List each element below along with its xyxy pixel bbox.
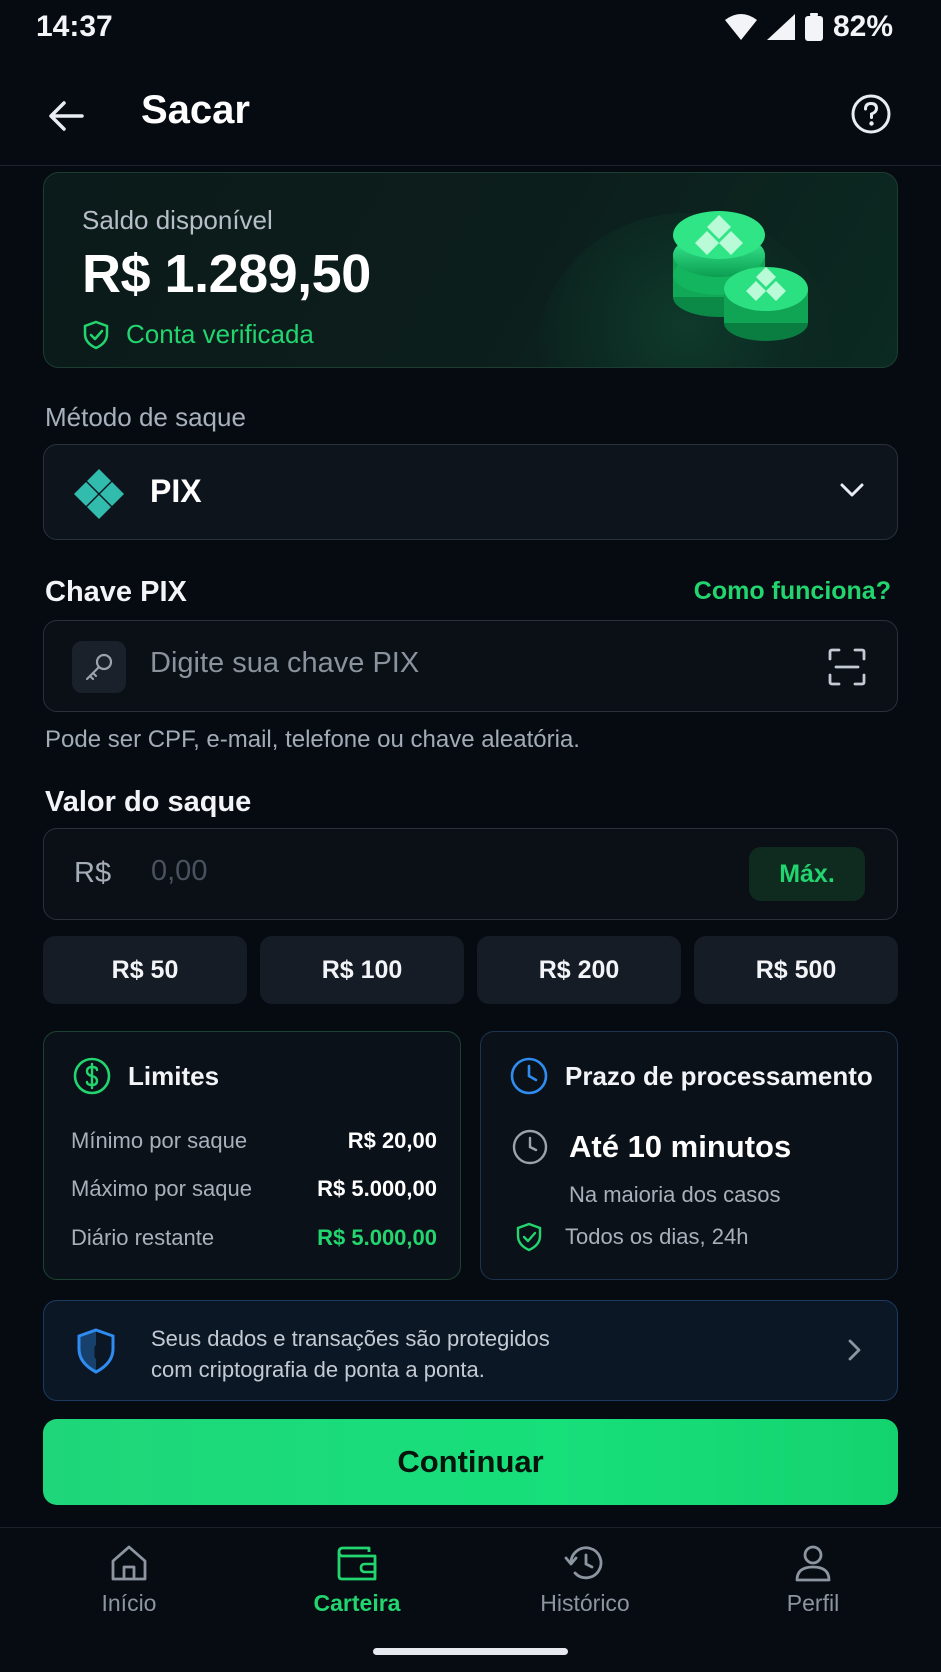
pix-key-input[interactable] — [150, 647, 750, 680]
nav-item-carteira[interactable]: Carteira — [257, 1542, 457, 1617]
quick-amount-button[interactable]: R$ 100 — [260, 936, 464, 1004]
method-label: Método de saque — [45, 402, 246, 432]
limits-title: Limites — [128, 1060, 220, 1091]
quick-amounts: R$ 50 R$ 100 R$ 200 R$ 500 — [43, 936, 898, 1004]
limit-value: R$ 20,00 — [347, 1128, 437, 1153]
security-text: Seus dados e transações são protegidos c… — [151, 1323, 791, 1385]
shield-check-icon — [516, 1222, 542, 1252]
nav-item-historico[interactable]: Histórico — [485, 1542, 685, 1617]
help-button[interactable] — [845, 88, 897, 140]
page-title: Sacar — [141, 88, 250, 132]
method-value: PIX — [150, 473, 202, 509]
wifi-icon — [724, 14, 757, 40]
home-indicator — [373, 1648, 568, 1655]
limit-key: Máximo por saque — [71, 1176, 252, 1201]
help-circle-icon — [851, 94, 891, 134]
home-icon — [111, 1545, 147, 1581]
nav-label: Perfil — [786, 1590, 840, 1616]
clock-icon — [510, 1057, 548, 1095]
limits-header: Limites — [72, 1056, 219, 1096]
processing-availability: Todos os dias, 24h — [515, 1222, 748, 1252]
security-line2: com criptografia de ponta a ponta. — [151, 1357, 485, 1382]
verified-badge: Conta verificada — [82, 319, 314, 350]
processing-time: Até 10 minutos — [511, 1128, 791, 1166]
balance-value: R$ 1.289,50 — [82, 244, 371, 304]
nav-label: Carteira — [313, 1590, 401, 1616]
scan-qr-icon[interactable] — [827, 647, 867, 687]
back-button[interactable] — [40, 90, 92, 142]
method-select[interactable]: PIX — [43, 444, 898, 540]
nav-label: Início — [101, 1590, 157, 1616]
processing-days: Todos os dias, 24h — [565, 1224, 749, 1249]
shield-check-icon — [83, 320, 109, 349]
processing-header: Prazo de processamento — [509, 1056, 873, 1096]
clock-icon — [512, 1129, 548, 1165]
dollar-circle-icon — [73, 1057, 111, 1095]
signal-icon — [766, 14, 795, 40]
shield-lock-icon — [77, 1328, 115, 1374]
limit-row: Diário restante R$ 5.000,00 — [71, 1225, 437, 1251]
pix-key-label: Chave PIX — [45, 576, 187, 608]
nav-label: Histórico — [540, 1590, 630, 1616]
wallet-icon — [337, 1546, 377, 1581]
continue-button[interactable]: Continuar — [43, 1419, 898, 1505]
coins-illustration — [673, 211, 808, 341]
security-banner[interactable]: Seus dados e transações são protegidos c… — [43, 1300, 898, 1401]
nav-item-perfil[interactable]: Perfil — [713, 1542, 913, 1617]
chevron-down-icon — [840, 483, 864, 497]
limit-key: Diário restante — [71, 1225, 215, 1250]
verified-text: Conta verificada — [126, 319, 314, 349]
history-icon — [564, 1546, 603, 1580]
processing-time-value: Até 10 minutos — [569, 1129, 792, 1164]
pix-key-field[interactable] — [43, 620, 898, 712]
limit-row: Máximo por saque R$ 5.000,00 — [71, 1176, 437, 1202]
limit-value: R$ 5.000,00 — [317, 1176, 437, 1201]
status-time: 14:37 — [36, 10, 113, 43]
battery-icon — [804, 13, 823, 41]
app-header: Sacar — [0, 66, 941, 166]
arrow-left-icon — [49, 101, 84, 131]
balance-label: Saldo disponível — [82, 205, 273, 235]
amount-label: Valor do saque — [45, 786, 252, 818]
pix-key-helper: Pode ser CPF, e-mail, telefone ou chave … — [45, 726, 580, 753]
processing-card: Prazo de processamento Até 10 minutos Na… — [480, 1031, 898, 1280]
chevron-right-icon — [848, 1339, 861, 1361]
amount-field[interactable]: R$ Máx. — [43, 828, 898, 920]
limit-value: R$ 5.000,00 — [317, 1225, 437, 1250]
quick-amount-button[interactable]: R$ 200 — [477, 936, 681, 1004]
currency-prefix: R$ — [74, 857, 112, 889]
how-it-works-link[interactable]: Como funciona? — [694, 577, 891, 606]
limit-row: Mínimo por saque R$ 20,00 — [71, 1128, 437, 1154]
amount-input[interactable] — [151, 855, 551, 888]
processing-note: Na maioria dos casos — [569, 1182, 781, 1207]
quick-amount-button[interactable]: R$ 50 — [43, 936, 247, 1004]
quick-amount-button[interactable]: R$ 500 — [694, 936, 898, 1004]
limit-key: Mínimo por saque — [71, 1128, 248, 1153]
profile-icon — [795, 1545, 831, 1582]
status-icons: 82% — [724, 10, 893, 44]
key-icon — [85, 653, 113, 681]
pix-logo-icon — [74, 469, 124, 519]
balance-card: Saldo disponível R$ 1.289,50 Conta verif… — [43, 172, 898, 368]
limits-card: Limites Mínimo por saque R$ 20,00 Máximo… — [43, 1031, 461, 1280]
processing-title: Prazo de processamento — [565, 1060, 873, 1091]
nav-item-inicio[interactable]: Início — [29, 1542, 229, 1617]
security-line1: Seus dados e transações são protegidos — [151, 1326, 550, 1351]
key-icon-box — [72, 641, 126, 693]
battery-percent: 82% — [832, 10, 893, 43]
max-button[interactable]: Máx. — [749, 847, 865, 901]
